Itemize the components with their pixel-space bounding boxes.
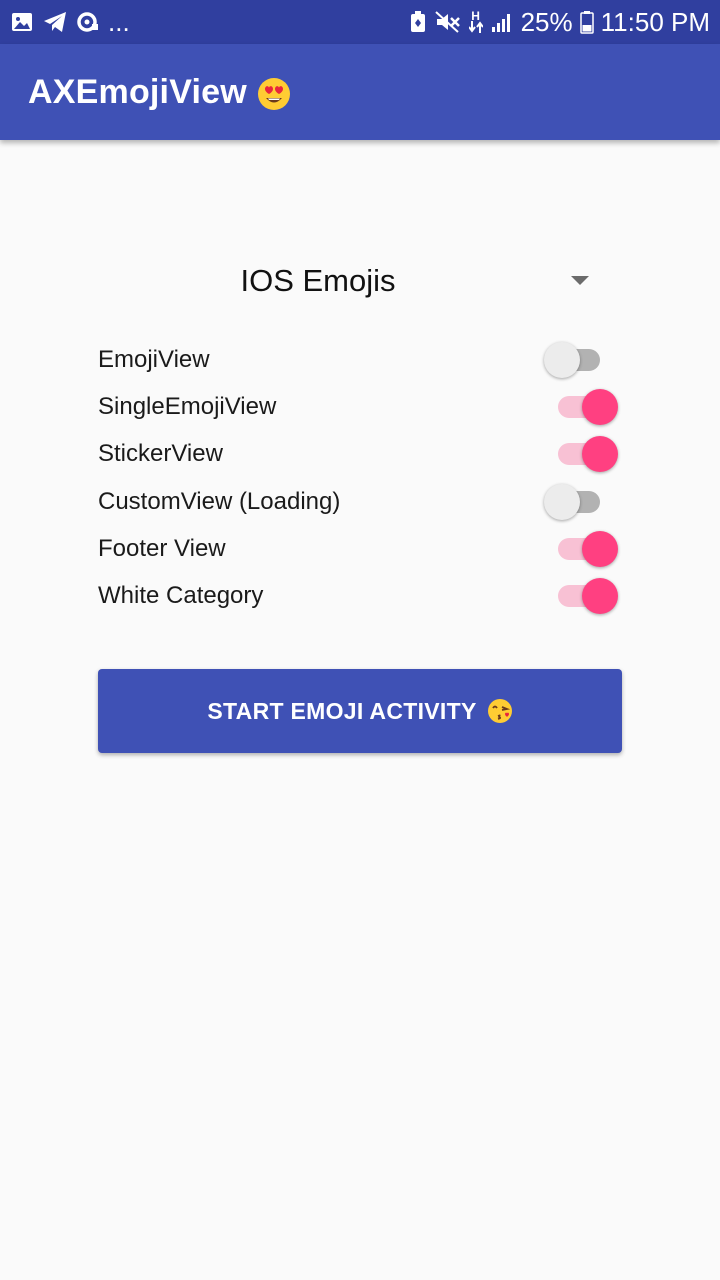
switch-label: Footer View [98, 535, 226, 562]
dropdown-arrow-icon [571, 276, 589, 285]
switch-row-white-category[interactable]: White Category [98, 573, 622, 619]
singleemojiview-switch[interactable] [544, 384, 618, 430]
app-title: AXEmojiView [28, 73, 291, 112]
switch-label: White Category [98, 582, 264, 609]
switch-label: CustomView (Loading) [98, 488, 341, 515]
kissing-heart-emoji-icon [487, 699, 512, 723]
switch-thumb [544, 484, 580, 520]
footer-view-switch[interactable] [544, 526, 618, 572]
signal-icon [491, 14, 510, 32]
switch-row-singleemojiview[interactable]: SingleEmojiView [98, 384, 622, 430]
switch-thumb [582, 578, 618, 614]
switch-label: SingleEmojiView [98, 393, 277, 420]
switch-row-emojiview[interactable]: EmojiView [98, 337, 622, 383]
battery-percent: 25% [520, 7, 573, 37]
telegram-icon [44, 12, 66, 32]
switch-label: StickerView [98, 440, 223, 467]
customview-switch[interactable] [544, 479, 616, 525]
sync-icon [77, 12, 98, 32]
status-bar: ... H 25% 11:50 PM [0, 0, 720, 44]
switch-row-stickerview[interactable]: StickerView [98, 431, 622, 477]
start-emoji-activity-button[interactable]: START EMOJI ACTIVITY [98, 669, 622, 753]
switch-thumb [582, 436, 618, 472]
status-bar-right: H 25% 11:50 PM [409, 8, 710, 36]
network-type-indicator: H [468, 10, 483, 33]
stickerview-switch[interactable] [544, 431, 618, 477]
switch-row-customview[interactable]: CustomView (Loading) [98, 479, 622, 525]
data-arrows-icon [468, 21, 483, 33]
gallery-icon [12, 13, 32, 31]
emojiview-switch[interactable] [544, 337, 616, 383]
clock: 11:50 PM [600, 7, 710, 37]
switch-label: EmojiView [98, 346, 210, 373]
switch-row-footer-view[interactable]: Footer View [98, 526, 622, 572]
switch-thumb [582, 389, 618, 425]
app-title-text: AXEmojiView [28, 72, 247, 111]
switch-thumb [544, 342, 580, 378]
status-bar-left: ... [10, 8, 130, 36]
spinner-selected-value: IOS Emojis [240, 263, 396, 298]
heart-eyes-emoji-icon [257, 77, 290, 110]
white-category-switch[interactable] [544, 573, 618, 619]
battery-icon [579, 11, 594, 34]
mute-icon [434, 11, 460, 33]
switch-thumb [582, 531, 618, 567]
battery-saver-icon [410, 11, 425, 32]
more-notifications-indicator: ... [108, 7, 130, 37]
start-button-label: START EMOJI ACTIVITY [207, 697, 477, 724]
app-bar: AXEmojiView [0, 44, 720, 140]
emoji-provider-spinner[interactable]: IOS Emojis [98, 250, 622, 312]
